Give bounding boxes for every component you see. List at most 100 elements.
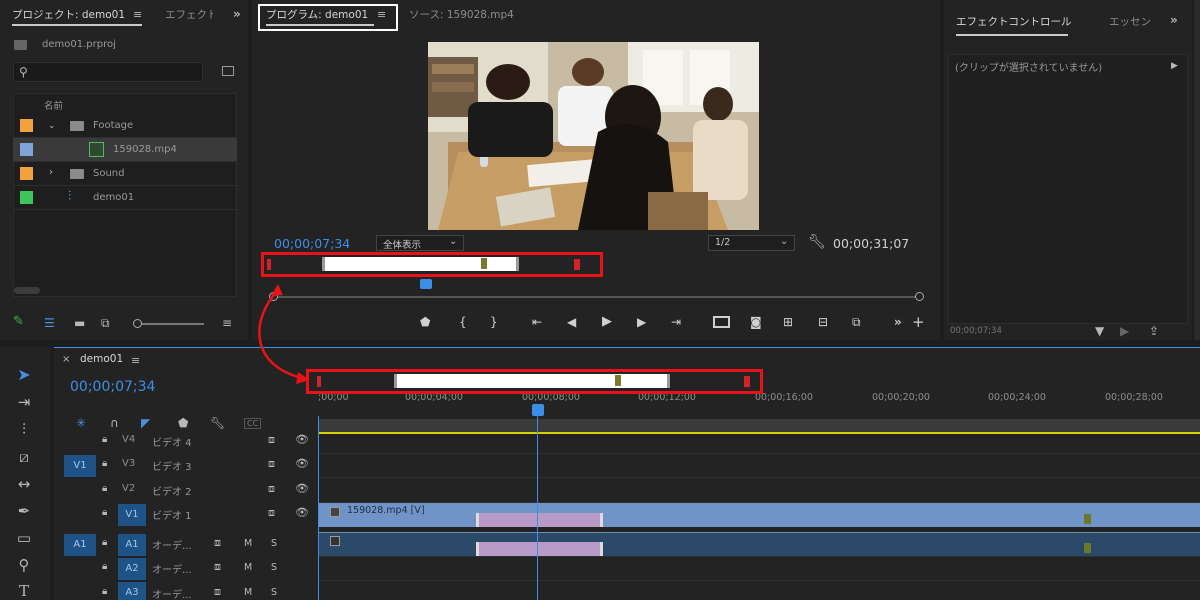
video-clip-selection[interactable] — [476, 513, 603, 527]
go-to-in-icon[interactable]: ⇤ — [532, 315, 542, 329]
solo-button[interactable]: S — [271, 587, 277, 598]
solo-button[interactable]: S — [271, 538, 277, 549]
zoom-slider-handle[interactable] — [133, 319, 142, 328]
lock-icon[interactable]: 🔒︎ — [102, 561, 107, 573]
extract-icon[interactable]: ⊟ — [818, 315, 828, 329]
new-bin-icon[interactable] — [222, 66, 234, 76]
tab-timeline[interactable]: demo01 — [80, 353, 123, 365]
video-clip[interactable]: 159028.mp4 [V] — [318, 503, 1200, 527]
sync-lock-icon[interactable]: ⧈ — [214, 586, 221, 598]
compare-view-icon[interactable]: ⧉ — [852, 315, 861, 329]
a2-target-patch[interactable]: A2 — [118, 558, 146, 580]
overflow-icon[interactable]: » — [233, 8, 241, 20]
v1-source-patch[interactable]: V1 — [64, 455, 96, 477]
sync-lock-icon[interactable]: ⧈ — [214, 561, 221, 573]
monitor-in-marker[interactable] — [267, 259, 271, 270]
a3-target-patch[interactable]: A3 — [118, 582, 146, 600]
type-tool-icon[interactable]: T — [14, 581, 34, 600]
fit-dropdown[interactable]: 全体表示 ⌄ — [376, 235, 464, 251]
step-forward-icon[interactable]: ▶︎ — [637, 315, 646, 329]
timeline-in-out-range[interactable] — [394, 374, 670, 388]
freeform-view-icon[interactable]: ⧉ — [101, 317, 110, 329]
pen-tool-icon[interactable]: ✒ — [14, 501, 34, 521]
ripple-edit-icon[interactable]: ⫶ — [14, 419, 34, 439]
tab-effect-controls[interactable]: エフェクトコントロール — [956, 14, 1072, 29]
add-button-icon[interactable]: + — [912, 315, 925, 330]
pencil-icon[interactable]: ✎ — [13, 315, 24, 328]
panel-menu-icon[interactable]: ≡ — [222, 317, 232, 329]
track-header-v1[interactable]: 🔒︎ ビデオ 1 ⧈ 👁︎ — [58, 502, 318, 526]
marker-icon[interactable]: ⬟ — [178, 417, 188, 429]
monitor-out-marker[interactable] — [574, 259, 580, 270]
play-icon[interactable]: ▶︎ — [1171, 60, 1178, 72]
sync-lock-icon[interactable]: ⧈ — [268, 483, 275, 495]
menu-icon[interactable]: ≡ — [131, 355, 140, 367]
mute-button[interactable]: M — [244, 538, 252, 549]
resolution-dropdown[interactable]: 1/2 ⌄ — [708, 235, 795, 251]
zoom-tool-icon[interactable]: ⚲ — [14, 555, 34, 575]
add-marker-icon[interactable]: ◤ — [141, 417, 150, 429]
monitor-marker[interactable] — [481, 258, 487, 269]
sync-lock-icon[interactable]: ⧈ — [268, 507, 275, 519]
list-item-sequence[interactable]: ⫶ demo01 — [13, 186, 237, 210]
tab-effects[interactable]: エフェクト — [165, 7, 213, 22]
track-header-v2[interactable]: 🔒︎ V2 ビデオ 2 ⧈ 👁︎ — [58, 478, 318, 502]
step-back-icon[interactable]: ◀︎ — [567, 315, 576, 329]
zoom-slider[interactable] — [133, 319, 204, 328]
label-color-swatch[interactable] — [20, 119, 33, 132]
camera-icon[interactable]: ◙ — [750, 315, 762, 329]
timeline-current-time[interactable]: 00;00;07;34 — [70, 379, 155, 395]
monitor-in-out-range[interactable] — [322, 257, 519, 271]
a1-target-patch[interactable]: A1 — [118, 534, 146, 556]
program-playhead[interactable] — [420, 279, 432, 289]
sync-lock-icon[interactable]: ⧈ — [214, 537, 221, 549]
timeline-playhead-head[interactable] — [532, 404, 544, 416]
chevron-right-icon[interactable]: › — [49, 167, 53, 179]
a1-source-patch[interactable]: A1 — [64, 534, 96, 556]
lock-icon[interactable]: 🔒︎ — [102, 458, 107, 470]
menu-icon[interactable]: ≡ — [133, 9, 142, 21]
solo-button[interactable]: S — [271, 562, 277, 573]
mute-button[interactable]: M — [244, 562, 252, 573]
track-header-a3[interactable]: 🔒︎ オーデ... ⧈ M S — [58, 581, 318, 600]
work-area-line[interactable] — [318, 432, 1200, 434]
chevron-down-icon[interactable]: ⌄ — [48, 120, 56, 132]
video-frame[interactable] — [428, 42, 759, 230]
audio-clip-marker[interactable] — [1084, 543, 1091, 553]
project-scrollbar[interactable] — [14, 287, 40, 294]
close-icon[interactable]: × — [62, 354, 70, 366]
mute-button[interactable]: M — [244, 587, 252, 598]
snap-icon[interactable]: ✳ — [76, 417, 86, 429]
tab-essential[interactable]: エッセン — [1109, 14, 1153, 29]
export-icon[interactable]: ⇪ — [1149, 325, 1159, 337]
label-color-swatch[interactable] — [20, 191, 33, 204]
rectangle-tool-icon[interactable]: ▭ — [14, 528, 34, 548]
program-current-time[interactable]: 00;00;07;34 — [274, 236, 350, 251]
lock-icon[interactable]: 🔒︎ — [102, 434, 107, 446]
label-color-swatch[interactable] — [20, 167, 33, 180]
list-view-icon[interactable]: ☰ — [44, 317, 55, 329]
audio-clip-selection[interactable] — [476, 542, 603, 556]
add-marker-icon[interactable]: ⬟ — [420, 315, 430, 329]
timeline-playhead-line[interactable] — [537, 416, 538, 600]
mark-in-icon[interactable]: { — [459, 315, 467, 329]
lock-icon[interactable]: 🔒︎ — [102, 507, 107, 519]
track-header-v3[interactable]: 🔒︎ V3 ビデオ 3 ⧈ 👁︎ — [58, 453, 318, 477]
menu-icon[interactable]: ≡ — [377, 9, 386, 21]
track-lane-v4[interactable] — [318, 453, 1200, 454]
sync-lock-icon[interactable]: ⧈ — [268, 434, 275, 446]
list-item-clip[interactable]: 159028.mp4 — [13, 138, 237, 162]
track-lane-a1[interactable] — [318, 556, 1200, 557]
overflow-icon[interactable]: » — [894, 315, 902, 329]
timeline-marker[interactable] — [615, 375, 621, 386]
eye-icon[interactable]: 👁︎ — [295, 483, 309, 495]
go-to-out-icon[interactable]: ⇥ — [671, 315, 681, 329]
sync-lock-icon[interactable]: ⧈ — [268, 458, 275, 470]
lock-icon[interactable]: 🔒︎ — [102, 483, 107, 495]
track-lane-v3[interactable] — [318, 477, 1200, 478]
lift-icon[interactable]: ⊞ — [783, 315, 793, 329]
work-area-bar[interactable] — [318, 419, 1200, 432]
selection-tool-icon[interactable]: ➤ — [14, 365, 34, 385]
linked-selection-icon[interactable]: ∩ — [110, 417, 119, 429]
captions-icon[interactable]: CC — [244, 418, 262, 429]
